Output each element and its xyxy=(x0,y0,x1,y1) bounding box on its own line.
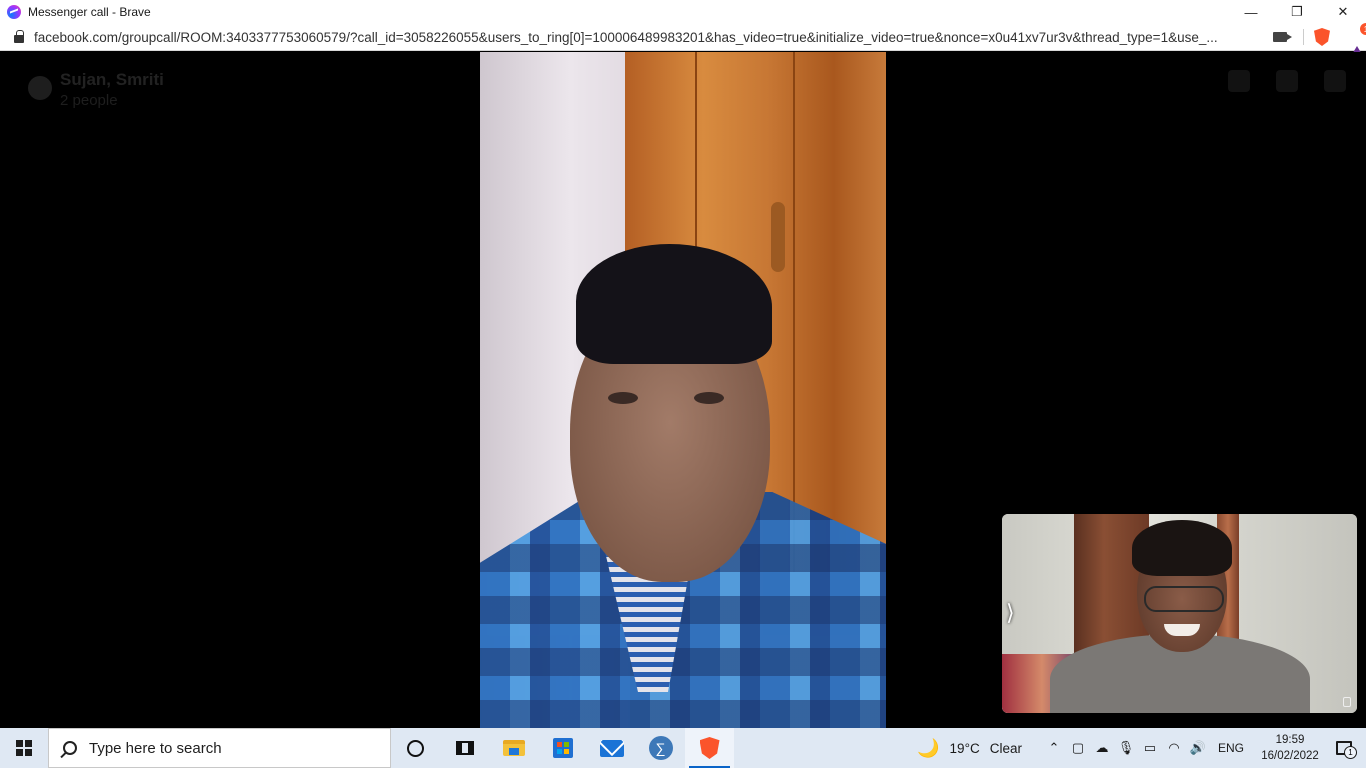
notification-button[interactable]: 1 xyxy=(1330,728,1358,768)
file-explorer-icon xyxy=(502,740,525,756)
call-area: Sujan, Smriti 2 people ⟩ xyxy=(0,52,1366,728)
wifi-icon[interactable]: ◠ xyxy=(1162,728,1186,768)
gear-icon[interactable] xyxy=(1276,70,1298,92)
group-avatar-icon xyxy=(28,76,52,100)
search-icon xyxy=(63,741,77,755)
system-tray: 🌙 19°C Clear ⌃ ▢ ☁ 🎙 ▭ ◠ 🔊 ENG 19:59 16/… xyxy=(917,728,1366,768)
task-view-icon xyxy=(455,741,474,755)
brave-icon xyxy=(699,737,720,759)
language-indicator[interactable]: ENG xyxy=(1218,741,1244,755)
store-button[interactable] xyxy=(538,728,587,768)
brave-rewards-icon[interactable]: 1 xyxy=(1347,23,1366,61)
windows-icon xyxy=(16,740,32,756)
expand-icon[interactable] xyxy=(1324,70,1346,92)
moon-icon[interactable]: 🌙 xyxy=(917,738,939,759)
brave-shields-icon[interactable] xyxy=(1314,28,1330,46)
taskbar: Type here to search ∑ 🌙 19°C Clear ⌃ ▢ ☁… xyxy=(0,728,1366,768)
self-view-resize-icon[interactable] xyxy=(1343,697,1351,707)
participants-count: 2 people xyxy=(60,92,118,109)
cortana-icon xyxy=(407,739,424,757)
restore-button[interactable]: ❐ xyxy=(1274,0,1320,24)
call-header: Sujan, Smriti 2 people xyxy=(28,70,164,109)
weather-condition[interactable]: Clear xyxy=(990,741,1022,756)
participants-title: Sujan, Smriti xyxy=(60,70,164,89)
weather-temperature[interactable]: 19°C xyxy=(950,741,980,756)
volume-icon[interactable]: 🔊 xyxy=(1186,728,1210,768)
onedrive-icon[interactable]: ☁ xyxy=(1090,728,1114,768)
minimize-button[interactable]: — xyxy=(1228,0,1274,24)
search-placeholder: Type here to search xyxy=(89,739,222,757)
messenger-icon xyxy=(7,5,21,19)
self-view-collapse-icon[interactable]: ⟩ xyxy=(1006,600,1015,626)
microphone-icon[interactable]: 🎙 xyxy=(1114,728,1138,768)
math-input-icon: ∑ xyxy=(648,736,673,760)
start-button[interactable] xyxy=(0,728,48,768)
mail-button[interactable] xyxy=(587,728,636,768)
cortana-button[interactable] xyxy=(391,728,440,768)
close-button[interactable]: ✕ xyxy=(1320,0,1366,24)
task-view-button[interactable] xyxy=(440,728,489,768)
lock-icon[interactable] xyxy=(14,30,24,43)
rewards-badge: 1 xyxy=(1359,23,1366,35)
camera-in-use-icon[interactable] xyxy=(1273,32,1292,42)
meet-now-icon[interactable]: ▢ xyxy=(1066,728,1090,768)
toolbar-divider xyxy=(1303,29,1304,45)
url-field[interactable]: facebook.com/groupcall/ROOM:340337775306… xyxy=(34,30,1261,45)
notification-count: 1 xyxy=(1344,746,1357,759)
chevron-up-icon[interactable]: ⌃ xyxy=(1042,728,1066,768)
battery-icon[interactable]: ▭ xyxy=(1138,728,1162,768)
mail-icon xyxy=(599,739,624,757)
file-explorer-button[interactable] xyxy=(489,728,538,768)
self-view-video[interactable]: ⟩ xyxy=(1002,514,1357,713)
title-bar: Messenger call - Brave — ❐ ✕ xyxy=(0,0,1366,24)
clock-time: 19:59 xyxy=(1275,734,1305,746)
store-icon xyxy=(552,738,573,758)
remote-video xyxy=(480,52,886,728)
screen-share-icon[interactable] xyxy=(1228,70,1250,92)
call-controls xyxy=(1228,70,1346,92)
brave-taskbar-button[interactable] xyxy=(685,728,734,768)
window-title: Messenger call - Brave xyxy=(28,5,151,19)
clock-date: 16/02/2022 xyxy=(1261,750,1319,762)
address-bar: facebook.com/groupcall/ROOM:340337775306… xyxy=(0,23,1366,61)
math-input-button[interactable]: ∑ xyxy=(636,728,685,768)
clock[interactable]: 19:59 16/02/2022 xyxy=(1256,732,1324,764)
taskbar-search[interactable]: Type here to search xyxy=(48,728,391,768)
